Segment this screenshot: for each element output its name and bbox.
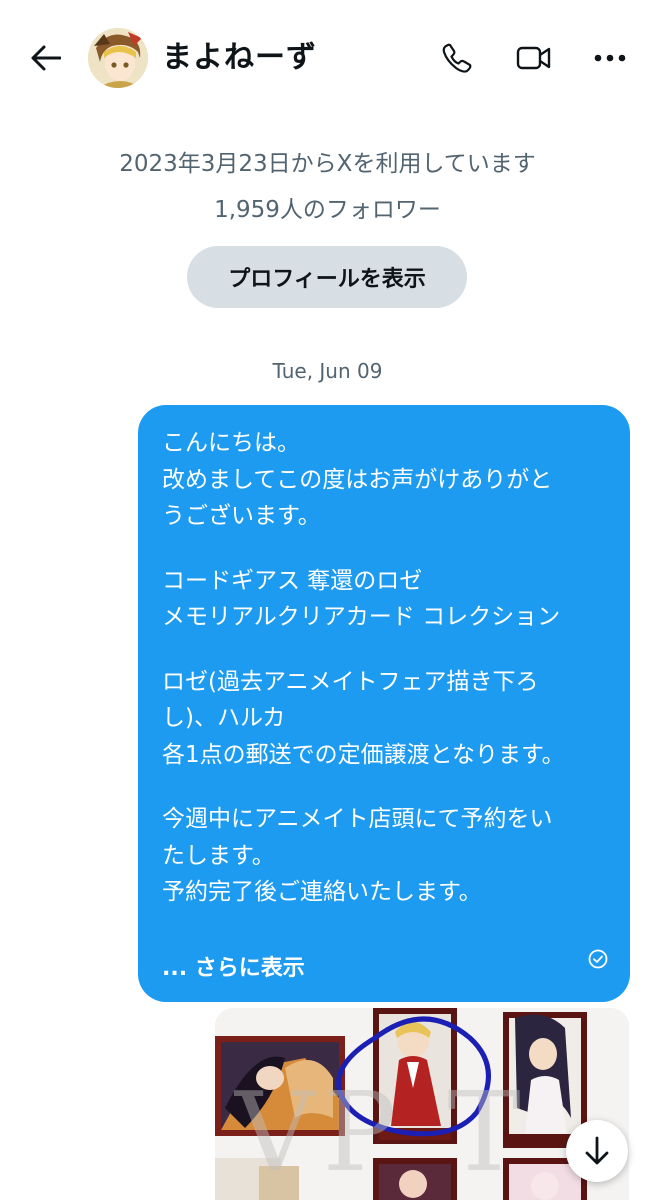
message-line: 今週中にアニメイト店頭にて予約をい xyxy=(162,806,553,832)
message-line: たします。 xyxy=(162,842,275,869)
message-line: うございます。 xyxy=(162,503,321,529)
phone-icon xyxy=(442,43,472,73)
arrow-down-icon xyxy=(585,1136,609,1165)
view-profile-button[interactable]: プロフィールを表示 xyxy=(187,246,467,308)
scroll-to-bottom-button[interactable] xyxy=(566,1120,628,1182)
avatar[interactable] xyxy=(88,28,148,88)
message-line: 各1点の郵送での定価譲渡となります。 xyxy=(162,741,565,768)
image-attachment[interactable]: VP T xyxy=(215,1008,629,1200)
video-camera-icon xyxy=(516,46,551,70)
message-line: ロゼ(過去アニメイトフェア描き下ろ xyxy=(162,668,539,695)
back-button[interactable] xyxy=(26,40,66,76)
video-call-button[interactable] xyxy=(514,38,554,78)
conversation-title[interactable]: まよねーず xyxy=(162,36,317,80)
message-line: コードギアス 奪還のロゼ xyxy=(162,567,423,594)
message-line: こんにちは。 xyxy=(162,430,300,456)
follower-count-text: 1,959人のフォロワー xyxy=(214,197,441,223)
message-line: し)、ハルカ xyxy=(162,705,286,731)
message-line: 予約完了後ご連絡いたします。 xyxy=(162,879,482,905)
more-options-button[interactable] xyxy=(590,38,630,78)
joined-date-text: 2023年3月23日からXを利用しています xyxy=(119,151,536,177)
dm-conversation-screen: まよねーず 2023年3月23日からXを利用しています 1,959人のフォロワー… xyxy=(0,0,655,1200)
message-line: メモリアルクリアカード コレクション xyxy=(162,604,561,630)
sent-message-bubble[interactable]: こんにちは。 改めましてこの度はお声がけありがと うございます。 コードギアス … xyxy=(138,405,630,1002)
call-button[interactable] xyxy=(437,38,477,78)
arrow-left-icon xyxy=(31,45,61,71)
show-more-link[interactable]: ... さらに表示 xyxy=(162,953,305,985)
image-watermark: VP T xyxy=(235,1068,529,1196)
conversation-header: まよねーず xyxy=(0,0,655,112)
date-separator: Tue, Jun 09 xyxy=(272,359,383,383)
message-line: 改めましてこの度はお声がけありがと xyxy=(162,466,553,493)
avatar-image xyxy=(88,28,148,88)
sent-check-icon xyxy=(588,949,608,969)
ellipsis-icon xyxy=(594,54,626,62)
